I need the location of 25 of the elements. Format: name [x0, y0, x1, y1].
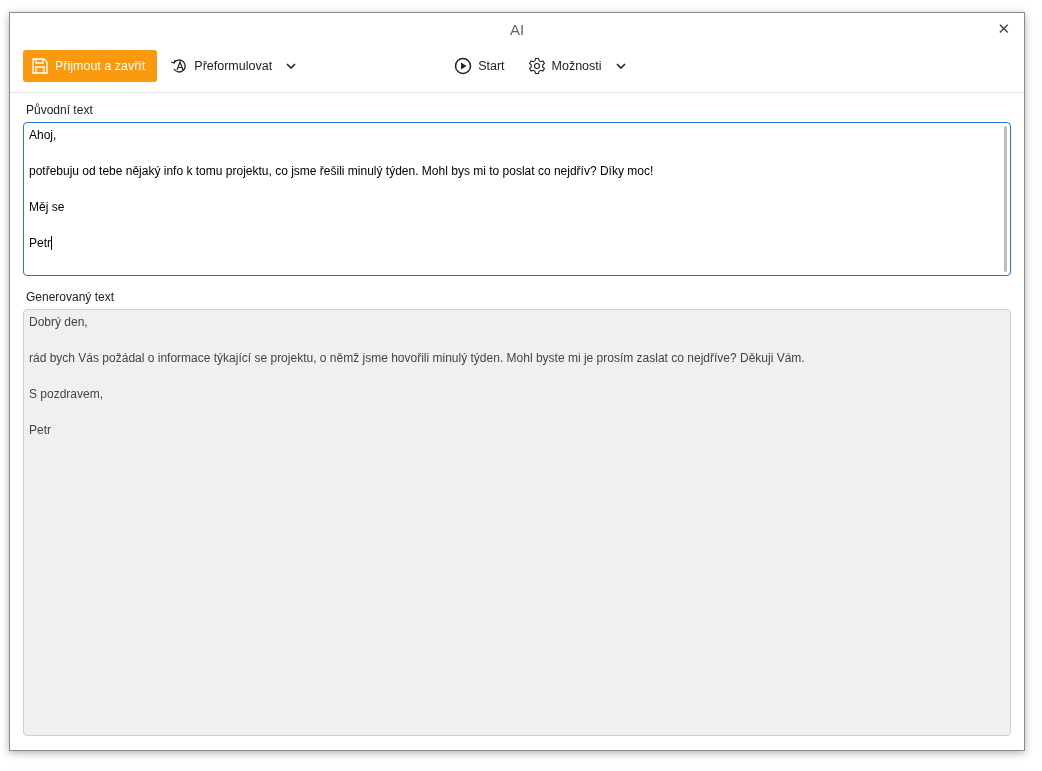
scrollbar[interactable]: [1004, 126, 1007, 272]
dropdown-button[interactable]: Přeformulovat: [161, 49, 306, 82]
field-label: Generovaný text: [25, 290, 116, 306]
text-line: Petr: [29, 236, 54, 252]
close-button[interactable]: ✕: [993, 18, 1014, 40]
chevron-down-icon: [615, 62, 626, 69]
text-line: rád bych Vás požádal o informace týkající se projektu, o němž jsme hovořili minulý týden. Mohl byste mi je prosím zaslat co nejdříve? Děkuji Vám.: [29, 351, 806, 367]
settings-icon: [527, 56, 546, 75]
text-cursor: [51, 236, 52, 250]
play-icon: [454, 56, 473, 75]
text-line: Ahoj,: [29, 128, 58, 144]
field-label: Původní text: [25, 103, 94, 119]
toolbar-button[interactable]: Start: [445, 49, 514, 82]
rephrase-icon: [170, 56, 189, 75]
text-line: Petr: [29, 423, 52, 439]
save-icon: [31, 56, 49, 75]
chevron-down-icon: [286, 62, 297, 69]
dropdown-button[interactable]: Možnosti: [518, 49, 635, 82]
text-line: Dobrý den,: [29, 315, 89, 331]
text-line: potřebuju od tebe nějaký info k tomu projektu, co jsme řešili minulý týden. Mohl bys mi to poslat co nejdřív? Díky moc!: [29, 164, 655, 180]
text-line: S pozdravem,: [29, 387, 105, 403]
window-title: AI: [509, 20, 525, 38]
original-text-field[interactable]: Ahoj, potřebuju od tebe nějaký info k tomu projektu, co jsme řešili minulý týden. Mohl bys mi to poslat co nejdřív? Díky moc! Měj se Petr: [23, 122, 1011, 276]
generated-text-field[interactable]: Dobrý den, rád bych Vás požádal o informace týkající se projektu, o němž jsme hovořili minulý týden. Mohl byste mi je prosím zaslat co nejdříve? Děkuji Vám. S pozdravem, Petr: [23, 309, 1011, 736]
text-line: Měj se: [29, 200, 66, 216]
